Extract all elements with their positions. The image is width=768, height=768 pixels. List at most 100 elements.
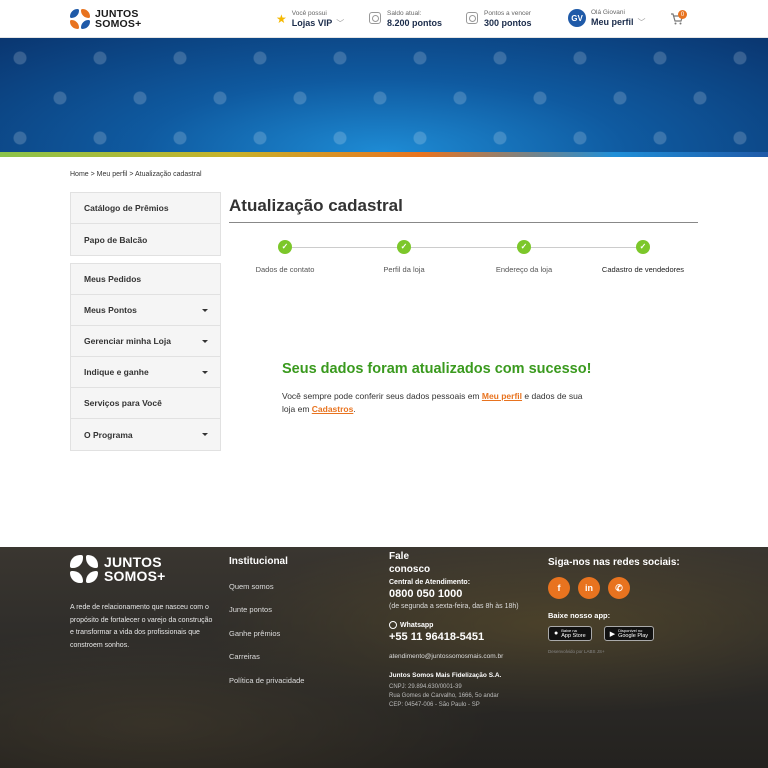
star-icon: ★ <box>276 12 287 26</box>
developer-credit: Desenvolvido por LABS JS+ <box>548 649 605 654</box>
breadcrumb[interactable]: Home > Meu perfil > Atualização cadastra… <box>70 171 202 178</box>
coins-icon <box>369 12 381 24</box>
social-title: Siga-nos nas redes sociais: <box>548 557 680 568</box>
hero-banner <box>0 38 768 152</box>
chevron-down-icon: ﹀ <box>637 18 646 27</box>
check-icon: ✓ <box>517 240 531 254</box>
footer-about: A rede de relacionamento que nasceu com … <box>70 604 213 649</box>
meu-perfil-link[interactable]: Meu perfil <box>482 391 522 401</box>
play-icon: ▶ <box>609 630 616 638</box>
sidebar-item-label: Meus Pedidos <box>84 274 142 284</box>
success-text: Você sempre pode conferir seus dados pes… <box>282 391 583 414</box>
linkedin-icon[interactable]: in <box>578 577 600 599</box>
check-icon: ✓ <box>278 240 292 254</box>
step-cadastro-vendedores: ✓ Cadastro de vendedores <box>583 240 703 274</box>
inst-title: Institucional <box>229 556 288 567</box>
balance-small: Saldo atual: <box>387 10 422 17</box>
footer-logo[interactable]: JUNTOS SOMOS+ <box>70 555 166 583</box>
sidebar-item-label: Catálogo de Prêmios <box>84 203 169 213</box>
cart-badge: 0 <box>678 10 687 19</box>
contact-title: Fale conosco <box>389 551 431 575</box>
sidebar-item[interactable]: Meus Pedidos <box>71 264 220 295</box>
caret-down-icon <box>202 433 208 436</box>
footer-institucional: Institucional Quem somos Junte pontos Ga… <box>229 556 304 685</box>
contact-hours: (de segunda a sexta-feira, das 8h às 18h… <box>389 603 519 610</box>
sidebar-item[interactable]: Catálogo de Prêmios <box>71 193 220 224</box>
footer-link-ganhe-premios[interactable]: Ganhe prêmios <box>229 629 304 638</box>
facebook-icon[interactable]: f <box>548 577 570 599</box>
vip-small: Você possui <box>291 10 327 17</box>
balance-big: 8.200 pontos <box>387 18 443 28</box>
footer-social: Siga-nos nas redes sociais: f in ✆ Baixe… <box>548 557 680 654</box>
sidebar-item[interactable]: Papo de Balcão <box>71 224 220 255</box>
coins-icon <box>466 12 478 24</box>
footer-link-quem-somos[interactable]: Quem somos <box>229 582 304 591</box>
caret-down-icon <box>202 339 208 343</box>
footer-link-junte-pontos[interactable]: Junte pontos <box>229 605 304 614</box>
sidebar-item-label: Papo de Balcão <box>84 234 148 245</box>
stepper: ✓ Dados de contato ✓ Perfil da loja ✓ En… <box>229 240 698 280</box>
footer: JUNTOS SOMOS+ A rede de relacionamento q… <box>0 547 768 768</box>
page-title: Atualização cadastral <box>229 196 403 215</box>
sidebar-item[interactable]: Meus Pontos <box>71 295 220 326</box>
sidebar-group-1: Catálogo de Prêmios Papo de Balcão <box>70 192 221 256</box>
top-header: JUNTOS SOMOS+ ★ Você possui Lojas VIP ﹀ … <box>0 0 768 38</box>
sidebar-item-label: Gerenciar minha Loja <box>84 336 171 346</box>
sidebar-item-label: Indique e ganhe <box>84 367 149 377</box>
google-play-button[interactable]: ▶ Disponível no Google Play <box>603 626 655 641</box>
sidebar-item[interactable]: Serviços para Você <box>71 388 220 419</box>
step-label: Cadastro de vendedores <box>601 265 685 274</box>
step-dados-contato: ✓ Dados de contato <box>225 240 345 274</box>
sidebar-item-label: Serviços para Você <box>84 398 162 408</box>
footer-link-carreiras[interactable]: Carreiras <box>229 652 304 661</box>
caret-down-icon <box>202 308 208 312</box>
whatsapp-label: Whatsapp <box>400 621 434 629</box>
check-icon: ✓ <box>397 240 411 254</box>
vip-dropdown[interactable]: ★ Você possui Lojas VIP ﹀ <box>276 10 344 29</box>
logo[interactable]: JUNTOS SOMOS+ <box>70 9 141 29</box>
sidebar-item[interactable]: Indique e ganhe <box>71 357 220 388</box>
sidebar-item[interactable]: Gerenciar minha Loja <box>71 326 220 357</box>
cadastros-link[interactable]: Cadastros <box>312 404 354 414</box>
expire-info: Pontos a vencer 300 pontos <box>466 10 532 29</box>
central-phone[interactable]: 0800 050 1000 <box>389 588 519 600</box>
step-endereco-loja: ✓ Endereço da loja <box>464 240 584 274</box>
contact-email[interactable]: atendimento@juntossomosmais.com.br <box>389 653 519 660</box>
step-label: Endereço da loja <box>495 265 553 274</box>
logo-mark-icon <box>70 555 98 583</box>
sidebar-item[interactable]: O Programa <box>71 419 220 450</box>
footer-logo-line2: SOMOS+ <box>104 568 166 584</box>
expire-small: Pontos a vencer <box>484 10 531 17</box>
central-label: Central de Atendimento: <box>389 579 471 586</box>
check-icon: ✓ <box>636 240 650 254</box>
step-label: Dados de contato <box>255 265 315 274</box>
app-title: Baixe nosso app: <box>548 611 611 620</box>
footer-logo-line1: JUNTOS <box>104 554 162 570</box>
title-divider <box>229 222 698 223</box>
greeting: Olá Giovani <box>591 9 625 16</box>
vip-big: Lojas VIP <box>291 18 333 28</box>
sidebar-item-label: O Programa <box>84 429 133 440</box>
apple-icon: ● <box>554 630 559 637</box>
sidebar-group-2: Meus Pedidos Meus Pontos Gerenciar minha L… <box>70 263 221 451</box>
cnpj: CNPJ: 29.894.630/0001-39 <box>389 684 462 690</box>
address-line1: Rua Gomes de Carvalho, 1666, 5o andar <box>389 693 499 699</box>
footer-contact: Fale conosco Central de Atendimento: 080… <box>389 550 519 710</box>
whatsapp-icon[interactable]: ✆ <box>608 577 630 599</box>
profile-dropdown[interactable]: GV Olá Giovani Meu perfil ﹀ <box>568 9 646 28</box>
profile-label: Meu perfil <box>591 17 634 27</box>
logo-mark-icon <box>70 9 90 29</box>
balance-info: Saldo atual: 8.200 pontos <box>369 10 442 29</box>
company-name: Juntos Somos Mais Fidelização S.A. <box>389 672 502 679</box>
whatsapp-phone[interactable]: +55 11 96418-5451 <box>389 631 519 643</box>
banner-pattern <box>0 38 768 152</box>
footer-link-privacidade[interactable]: Política de privacidade <box>229 676 304 685</box>
step-label: Perfil da loja <box>383 265 425 274</box>
logo-text-line2: SOMOS+ <box>95 18 142 30</box>
whatsapp-icon <box>389 621 397 629</box>
success-title: Seus dados foram atualizados com sucesso… <box>282 361 592 377</box>
banner-stripe <box>0 152 768 157</box>
chevron-down-icon: ﹀ <box>336 19 345 28</box>
app-store-button[interactable]: ● Baixe na App Store <box>548 626 592 641</box>
sidebar-item-label: Meus Pontos <box>84 305 137 315</box>
